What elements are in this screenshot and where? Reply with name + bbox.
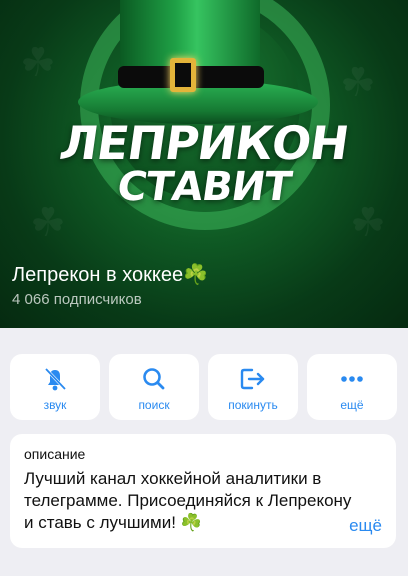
brand-title-line2: СТАВИТ bbox=[114, 164, 294, 210]
leave-button-label: покинуть bbox=[228, 398, 278, 412]
description-card: описание Лучший канал хоккейной аналитик… bbox=[10, 434, 396, 548]
description-more-link[interactable]: ещё bbox=[343, 516, 382, 536]
subscriber-count: 4 066 подписчиков bbox=[12, 291, 142, 308]
clover-icon: ☘️ bbox=[183, 264, 208, 286]
mute-button[interactable]: звук bbox=[10, 354, 100, 420]
description-text: Лучший канал хоккейной аналитики в телег… bbox=[24, 469, 352, 532]
channel-title-text: Лепрекон в хоккее bbox=[12, 264, 184, 286]
mute-button-label: звук bbox=[43, 398, 67, 412]
more-button-label: ещё bbox=[340, 398, 364, 412]
search-button-label: поиск bbox=[138, 398, 170, 412]
channel-title: Лепрекон в хоккее☘️ bbox=[12, 262, 208, 287]
clover-decor-icon: ☘ bbox=[340, 61, 376, 105]
brand-title-line1: ЛЕПРИКОН bbox=[56, 116, 352, 170]
channel-header: ☘ ☘ ☘ ☘ ЛЕПРИКОН СТАВИТ Лепрекон в хокке… bbox=[0, 0, 408, 328]
search-button[interactable]: поиск bbox=[109, 354, 199, 420]
search-icon bbox=[109, 366, 199, 392]
description-title: описание bbox=[24, 446, 86, 462]
leave-icon bbox=[208, 366, 298, 392]
action-bar: звук поиск покинуть ещё bbox=[10, 354, 398, 420]
clover-decor-icon: ☘ bbox=[20, 41, 56, 85]
more-dots-icon bbox=[307, 366, 397, 392]
bell-muted-icon bbox=[10, 366, 100, 392]
more-button[interactable]: ещё bbox=[307, 354, 397, 420]
leave-button[interactable]: покинуть bbox=[208, 354, 298, 420]
